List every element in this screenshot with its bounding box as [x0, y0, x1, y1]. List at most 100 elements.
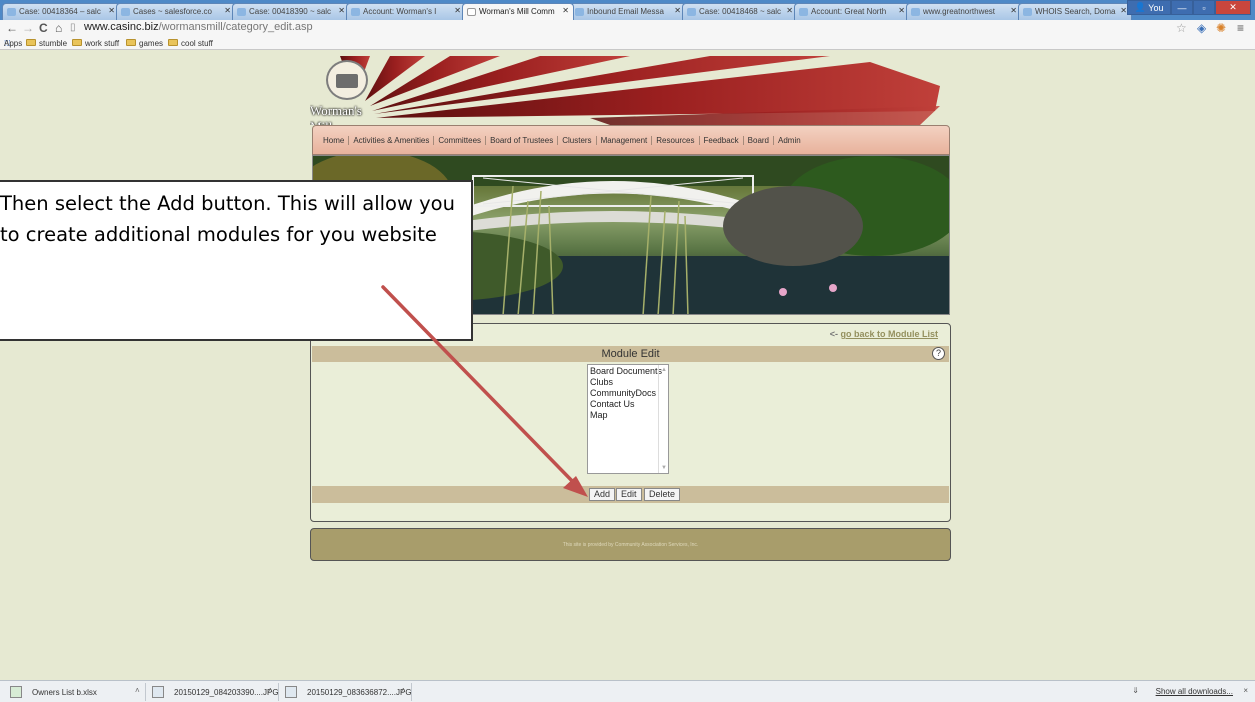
minimize-button[interactable]: —	[1171, 0, 1193, 15]
address-bar[interactable]: www.casinc.biz/wormansmill/category_edit…	[84, 21, 313, 33]
edit-button[interactable]: Edit	[616, 488, 642, 501]
module-listbox[interactable]: Board Documents Clubs CommunityDocs Cont…	[587, 364, 669, 474]
list-item[interactable]: Map	[590, 410, 666, 421]
divider	[411, 683, 412, 701]
browser-tab[interactable]: Case: 00418468 ~ salc ✕	[682, 3, 798, 20]
tab-favicon-icon	[1023, 8, 1032, 16]
list-item[interactable]: Contact Us	[590, 399, 666, 410]
browser-tab[interactable]: Case: 00418364 – salc ✕	[2, 3, 120, 20]
back-to-module-list-link[interactable]: go back to Module List	[840, 329, 938, 339]
tab-close-icon[interactable]: ✕	[674, 6, 681, 15]
download-item[interactable]: 20150129_083636872....JPG	[285, 684, 412, 700]
star-icon[interactable]: ☆	[1176, 21, 1187, 35]
download-menu-caret-icon[interactable]: ˄	[135, 686, 140, 695]
site-header: Worman's Mill	[310, 56, 950, 125]
bookmark-work-stuff[interactable]: work stuff	[72, 38, 119, 48]
folder-icon	[168, 39, 178, 46]
tab-close-icon[interactable]: ✕	[1120, 6, 1127, 15]
download-menu-caret-icon[interactable]: ˄	[401, 686, 406, 695]
callout-text: Then select the Add button. This will al…	[0, 192, 455, 246]
list-item[interactable]: CommunityDocs	[590, 388, 666, 399]
browser-tab[interactable]: Inbound Email Messa ✕	[570, 3, 686, 20]
window-controls: 👤 You — ▫ ✕	[1127, 0, 1251, 16]
tab-close-icon[interactable]: ✕	[1010, 6, 1017, 15]
user-icon: 👤	[1134, 2, 1146, 12]
color-picker-icon[interactable]: ✺	[1216, 21, 1226, 35]
tab-favicon-icon	[911, 8, 920, 16]
show-all-downloads-link[interactable]: Show all downloads...	[1156, 687, 1233, 696]
nav-activities-amenities[interactable]: Activities & Amenities	[349, 135, 435, 145]
tab-close-icon[interactable]: ✕	[562, 6, 569, 15]
browser-tab[interactable]: Account: Worman's I ✕	[346, 3, 466, 20]
download-item[interactable]: Owners List b.xlsx	[10, 684, 97, 700]
menu-icon[interactable]: ≡	[1237, 21, 1244, 35]
bookmark-cool-stuff[interactable]: cool stuff	[168, 38, 213, 48]
tab-favicon-icon	[121, 8, 130, 16]
download-menu-caret-icon[interactable]: ˄	[268, 686, 273, 695]
sunburst-rays-graphic	[340, 56, 940, 125]
excel-file-icon	[10, 686, 22, 698]
close-window-button[interactable]: ✕	[1215, 0, 1251, 15]
nav-board-of-trustees[interactable]: Board of Trustees	[486, 135, 559, 145]
image-file-icon	[152, 686, 164, 698]
tab-favicon-icon	[687, 8, 696, 16]
bookmark-stumble[interactable]: stumble	[26, 38, 67, 48]
forward-icon[interactable]: →	[22, 21, 34, 35]
tab-close-icon[interactable]: ✕	[108, 6, 115, 15]
tab-close-icon[interactable]: ✕	[224, 6, 231, 15]
profile-button[interactable]: 👤 You	[1127, 0, 1171, 15]
nav-management[interactable]: Management	[597, 135, 653, 145]
module-edit-header: Module Edit ?	[312, 346, 949, 362]
logo-seal-icon	[326, 60, 368, 100]
nav-resources[interactable]: Resources	[652, 135, 700, 145]
back-to-module-list: <- go back to Module List	[829, 329, 938, 339]
browser-tab[interactable]: Account: Great North ✕	[794, 3, 910, 20]
tab-close-icon[interactable]: ✕	[338, 6, 345, 15]
nav-board[interactable]: Board	[744, 135, 775, 145]
bookmark-games[interactable]: games	[126, 38, 163, 48]
extension-icon[interactable]: ◈	[1197, 21, 1206, 35]
folder-icon	[126, 39, 136, 46]
tab-favicon-icon	[351, 8, 360, 16]
list-item[interactable]: Clubs	[590, 377, 666, 388]
tab-favicon-icon	[799, 8, 808, 16]
listbox-scrollbar[interactable]: ▲ ▼	[658, 365, 668, 473]
tab-close-icon[interactable]: ✕	[786, 6, 793, 15]
divider	[145, 683, 146, 701]
browser-tab[interactable]: www.greatnorthwest ✕	[906, 3, 1022, 20]
browser-tab[interactable]: Case: 00418390 ~ salc ✕	[232, 3, 350, 20]
browser-tab[interactable]: WHOIS Search, Doma ✕	[1018, 3, 1132, 20]
tab-favicon-icon	[237, 8, 246, 16]
module-button-bar: Add Edit Delete	[312, 486, 949, 503]
nav-home[interactable]: Home	[319, 135, 350, 145]
scroll-down-icon[interactable]: ▼	[661, 465, 667, 471]
browser-tab[interactable]: Cases ~ salesforce.co ✕	[116, 3, 236, 20]
nav-committees[interactable]: Committees	[434, 135, 487, 145]
nav-clusters[interactable]: Clusters	[558, 135, 597, 145]
nav-feedback[interactable]: Feedback	[700, 135, 744, 145]
tab-favicon-icon	[7, 8, 16, 16]
delete-button[interactable]: Delete	[644, 488, 681, 501]
scroll-up-icon[interactable]: ▲	[661, 367, 667, 373]
module-edit-title: Module Edit	[601, 348, 660, 360]
list-item[interactable]: Board Documents	[590, 366, 666, 377]
back-icon[interactable]: ←	[6, 21, 18, 35]
home-icon[interactable]: ⌂	[55, 21, 62, 35]
tab-page-icon	[467, 8, 476, 16]
browser-tab-active[interactable]: Worman's Mill Comm ✕	[462, 3, 574, 20]
tab-close-icon[interactable]: ✕	[898, 6, 905, 15]
close-download-bar-icon[interactable]: ×	[1243, 686, 1248, 695]
image-file-icon	[285, 686, 297, 698]
help-icon[interactable]: ?	[932, 347, 945, 360]
maximize-button[interactable]: ▫	[1193, 0, 1215, 15]
add-button[interactable]: Add	[589, 488, 616, 501]
instruction-callout: Then select the Add button. This will al…	[0, 180, 473, 341]
tab-close-icon[interactable]: ✕	[454, 6, 461, 15]
download-arrow-icon: ⇓	[1132, 686, 1139, 695]
nav-admin[interactable]: Admin	[774, 136, 805, 145]
reload-icon[interactable]: C	[39, 21, 48, 35]
tab-favicon-icon	[575, 8, 584, 16]
site-logo[interactable]: Worman's Mill	[310, 60, 370, 125]
browser-tab-bar: Case: 00418364 – salc ✕ Cases ~ salesforc…	[0, 0, 1255, 20]
download-item[interactable]: 20150129_084203390....JPG	[152, 684, 279, 700]
